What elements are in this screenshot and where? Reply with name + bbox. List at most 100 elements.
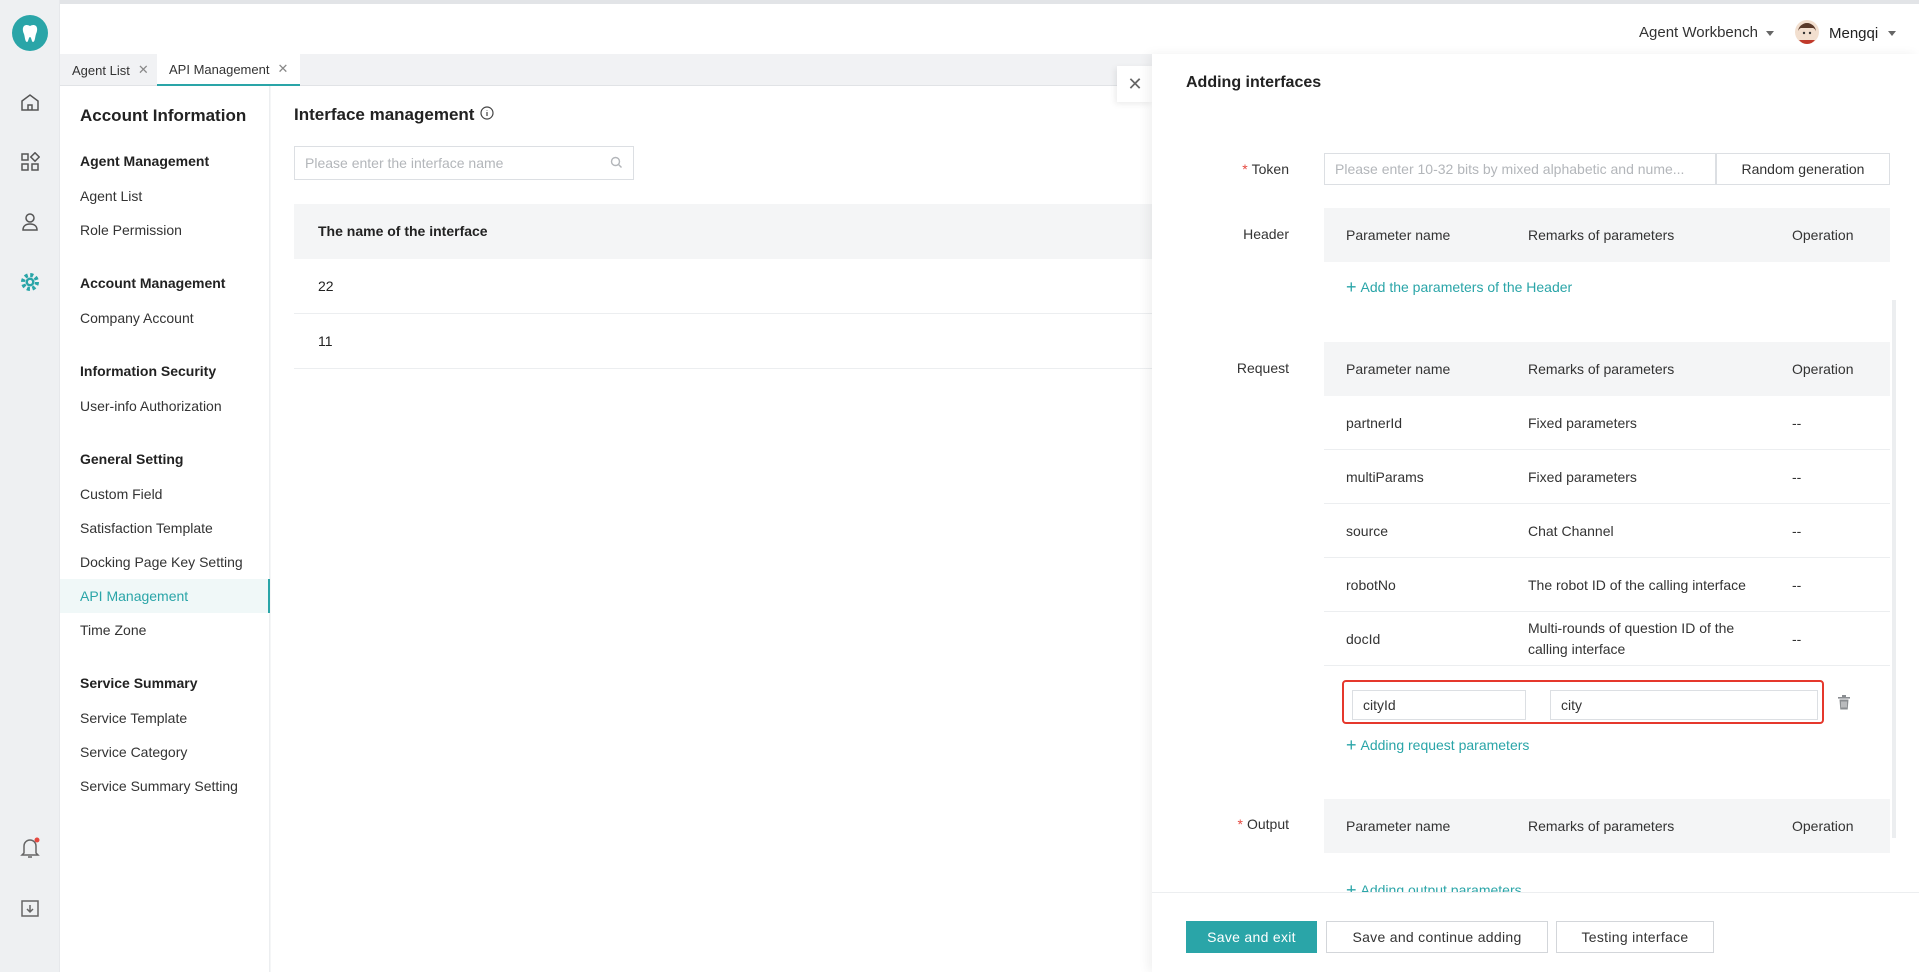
param-name-input[interactable] [1353,691,1525,719]
tab-agent-list[interactable]: Agent List ✕ [60,54,161,86]
menu-item-api-management[interactable]: API Management [60,579,270,613]
menu-item-service-template[interactable]: Service Template [60,701,270,735]
param-remark-field [1550,690,1818,720]
add-output-param-link[interactable]: + Adding output parameters [1324,875,1890,893]
trash-icon[interactable] [1837,695,1851,713]
param-remark: Chat Channel [1528,522,1614,539]
table-row: docId Multi-rounds of question ID of the… [1324,612,1890,666]
menu-item-agent-list[interactable]: Agent List [60,179,270,213]
apps-icon[interactable] [18,150,42,174]
col-parameter-name: Parameter name [1346,818,1451,834]
testing-interface-button[interactable]: Testing interface [1556,921,1714,953]
new-request-param-row [1342,680,1824,724]
menu-group-information-security: Information Security [80,363,217,379]
plus-icon: + [1346,879,1357,893]
menu-group-service-summary: Service Summary [80,675,198,691]
menu-group-general-setting: General Setting [80,451,184,467]
param-remark: Fixed parameters [1528,468,1637,485]
output-label: * Output [1238,816,1289,832]
menu-group-account-management: Account Management [80,275,226,291]
param-name-field [1352,690,1526,720]
required-mark: * [1242,161,1248,177]
table-row[interactable]: 22 [294,259,1152,314]
param-name: docId [1346,630,1381,647]
info-icon[interactable] [480,105,495,125]
top-bar: Agent Workbench Mengqi [60,0,1919,54]
param-name: multiParams [1346,468,1424,485]
param-operation: -- [1792,468,1802,485]
interface-search [294,146,634,180]
menu-item-time-zone[interactable]: Time Zone [60,613,270,647]
user-name: Mengqi [1829,25,1879,42]
param-remark: Fixed parameters [1528,414,1637,431]
param-operation: -- [1792,576,1802,593]
drawer-close-button[interactable]: ✕ [1117,66,1153,102]
token-label-text: Token [1251,161,1289,177]
menu-item-custom-field[interactable]: Custom Field [60,477,270,511]
request-params-table: Parameter name Remarks of parameters Ope… [1324,342,1890,666]
output-label-text: Output [1246,816,1289,832]
logo-tooth-icon[interactable] [12,15,48,51]
tab-label: Agent List [72,62,130,78]
header-params-table: Parameter name Remarks of parameters Ope… [1324,208,1890,302]
workspace-label: Agent Workbench [1639,24,1758,41]
param-remark: The robot ID of the calling interface [1528,576,1746,593]
col-remarks: Remarks of parameters [1528,361,1675,377]
add-output-label: Adding output parameters [1360,882,1522,892]
table-row: partnerId Fixed parameters -- [1324,396,1890,450]
table-header: Parameter name Remarks of parameters Ope… [1324,208,1890,262]
download-icon[interactable] [18,896,42,920]
home-icon[interactable] [18,90,42,114]
random-generation-button[interactable]: Random generation [1716,153,1890,185]
scrollbar[interactable] [1892,300,1896,838]
avatar [1795,20,1819,47]
workspace-switcher[interactable]: Agent Workbench [1639,24,1774,41]
param-remark: Multi-rounds of question ID of the calli… [1528,619,1735,657]
close-icon[interactable]: ✕ [138,62,149,78]
menu-item-company-account[interactable]: Company Account [60,301,270,335]
menu-item-user-info-authorization[interactable]: User-info Authorization [60,389,270,423]
tab-api-management[interactable]: API Management ✕ [157,54,301,86]
settings-icon[interactable] [18,270,42,294]
token-field [1324,153,1716,185]
search-icon[interactable] [610,156,623,172]
param-name: robotNo [1346,576,1396,593]
token-input[interactable] [1325,154,1715,184]
param-remark-input[interactable] [1551,691,1817,719]
interface-management-panel: Interface management The name of the int… [271,86,1152,972]
page-title: Interface management [294,105,495,125]
col-operation: Operation [1792,361,1854,377]
contacts-icon[interactable] [18,210,42,234]
table-row: source Chat Channel -- [1324,504,1890,558]
close-icon: ✕ [1127,73,1143,94]
col-operation: Operation [1792,818,1854,834]
search-input[interactable] [295,147,595,179]
user-menu[interactable]: Mengqi [1795,20,1897,47]
bell-icon[interactable] [18,836,42,860]
table-row[interactable]: 11 [294,314,1152,369]
add-header-label: Add the parameters of the Header [1360,279,1573,295]
col-remarks: Remarks of parameters [1528,227,1675,243]
param-name: source [1346,522,1389,539]
table-row: multiParams Fixed parameters -- [1324,450,1890,504]
adding-interfaces-drawer: Adding interfaces *Token Random generati… [1152,54,1919,972]
add-request-param-link[interactable]: + Adding request parameters [1324,730,1529,760]
drawer-title: Adding interfaces [1186,74,1322,91]
menu-item-service-summary-setting[interactable]: Service Summary Setting [60,769,270,803]
table-row: robotNo The robot ID of the calling inte… [1324,558,1890,612]
menu-item-satisfaction-template[interactable]: Satisfaction Template [60,511,270,545]
add-header-param-link[interactable]: + Add the parameters of the Header [1324,272,1890,302]
add-request-label: Adding request parameters [1360,737,1530,753]
save-and-exit-button[interactable]: Save and exit [1186,921,1317,953]
param-operation: -- [1792,630,1802,647]
menu-title: Account Information [80,106,247,125]
token-label: * Token [1242,161,1289,177]
tab-bar: Agent List ✕ API Management ✕ [60,54,1152,86]
save-and-continue-button[interactable]: Save and continue adding [1326,921,1548,953]
required-mark: * [1237,816,1243,832]
close-icon[interactable]: ✕ [277,61,288,77]
menu-item-role-permission[interactable]: Role Permission [60,213,270,247]
col-operation: Operation [1792,227,1854,243]
menu-item-service-category[interactable]: Service Category [60,735,270,769]
menu-item-docking-page-key-setting[interactable]: Docking Page Key Setting [60,545,270,579]
